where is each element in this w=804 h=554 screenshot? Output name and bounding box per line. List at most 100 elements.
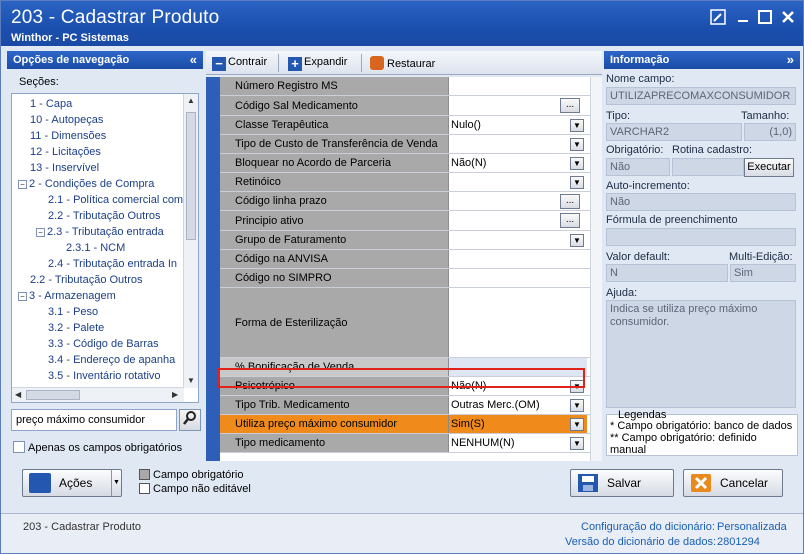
tree-item[interactable]: 10 - Autopeças <box>30 112 103 128</box>
grid-row-value[interactable]: ▼ <box>449 173 587 191</box>
grid-row-value[interactable]: Outras Merc.(OM) ▼ <box>449 396 587 414</box>
tree-item[interactable]: 3.4 - Endereço de apanha <box>48 352 175 368</box>
tree-item[interactable]: 3.2 - Palete <box>48 320 104 336</box>
search-icon <box>183 411 196 425</box>
dropdown-arrow-icon[interactable]: ▼ <box>570 234 584 247</box>
grid-row[interactable]: Código na ANVISA <box>220 250 590 269</box>
grid-row[interactable]: Código Sal Medicamento... <box>220 96 590 116</box>
grid-row-value[interactable]: ... <box>449 96 587 115</box>
grid-row[interactable]: % Bonificação de Venda <box>220 358 590 377</box>
grid-row[interactable]: Número Registro MS <box>220 77 590 96</box>
grid-row-value[interactable]: Nulo() ▼ <box>449 116 587 134</box>
tree-item[interactable]: 12 - Licitações <box>30 144 101 160</box>
maximize-icon[interactable] <box>756 9 774 27</box>
grid-row-value[interactable]: Não(N) ▼ <box>449 154 587 172</box>
tree-item[interactable]: 2.2 - Tributação Outros <box>48 208 161 224</box>
collapse-button[interactable]: − Contrair <box>212 56 267 71</box>
grid-row-value[interactable]: NENHUM(N) ▼ <box>449 434 587 452</box>
ellipsis-button[interactable]: ... <box>560 213 580 228</box>
restore-button[interactable]: Restaurar <box>370 56 435 70</box>
scroll-down-icon[interactable]: ▼ <box>187 376 195 385</box>
scroll-right-icon[interactable]: ▶ <box>172 390 178 399</box>
grid-row[interactable]: Tipo medicamento NENHUM(N) ▼ <box>220 434 590 453</box>
checkbox-box[interactable] <box>13 441 25 453</box>
dropdown-arrow-icon[interactable]: ▼ <box>570 157 584 170</box>
grid-row[interactable]: Bloquear no Acordo de Parceria Não(N) ▼ <box>220 154 590 173</box>
grid-row-value[interactable] <box>449 250 587 268</box>
grid-row-value[interactable]: ▼ <box>449 135 587 153</box>
tree-item[interactable]: −2.3 - Tributação entrada <box>36 224 164 240</box>
grid-row-value[interactable]: Sim(S) ▼ <box>449 415 587 433</box>
grid-row-value[interactable] <box>449 269 587 287</box>
grid-row-value[interactable]: ▼ <box>449 231 587 249</box>
edit-window-icon[interactable] <box>709 9 727 27</box>
tree-item-label: 12 - Licitações <box>30 146 101 158</box>
tree-horizontal-scrollbar[interactable]: ◀ ▶ <box>12 387 184 402</box>
collapse-toggle-icon[interactable]: − <box>18 180 27 189</box>
tree-item[interactable]: 2.1 - Política comercial comp <box>48 192 184 208</box>
search-input[interactable]: preço máximo consumidor <box>11 409 177 431</box>
tree-item[interactable]: 2.2 - Tributação Outros <box>30 272 143 288</box>
cancel-button[interactable]: Cancelar <box>683 469 783 497</box>
expand-button[interactable]: + Expandir <box>288 56 347 71</box>
scroll-thumb[interactable] <box>186 112 196 240</box>
dictionary-config-value: Personalizada <box>717 521 787 533</box>
grid-row[interactable]: Psicotrópico Não(N) ▼ <box>220 377 590 396</box>
tree-item[interactable]: 3.3 - Código de Barras <box>48 336 159 352</box>
dropdown-arrow-icon[interactable]: ▼ <box>570 176 584 189</box>
search-button[interactable] <box>179 409 201 431</box>
tree-item[interactable]: 11 - Dimensões <box>30 128 106 144</box>
only-required-checkbox[interactable]: Apenas os campos obrigatórios <box>13 441 182 454</box>
minimize-icon[interactable] <box>734 9 752 27</box>
dropdown-arrow-icon[interactable]: ▼ <box>570 119 584 132</box>
actions-button[interactable]: Ações ▼ <box>22 469 122 497</box>
save-button[interactable]: Salvar <box>570 469 674 497</box>
grid-row[interactable]: Utiliza preço máximo consumidor Sim(S) ▼ <box>220 415 590 434</box>
tree-item[interactable]: 2.4 - Tributação entrada In <box>48 256 177 272</box>
collapse-toggle-icon[interactable]: − <box>18 292 27 301</box>
ellipsis-button[interactable]: ... <box>560 194 580 209</box>
tree-item[interactable]: 13 - Inservível <box>30 160 99 176</box>
ellipsis-button[interactable]: ... <box>560 98 580 113</box>
execute-button[interactable]: Executar <box>744 158 794 177</box>
grid-row[interactable]: Código no SIMPRO <box>220 269 590 288</box>
grid-row-value[interactable]: Não(N) ▼ <box>449 377 587 395</box>
sections-tree[interactable]: 1 - Capa 10 - Autopeças 11 - Dimensões 12 -… <box>11 93 199 403</box>
tree-item[interactable]: 3.5 - Inventário rotativo <box>48 368 161 384</box>
grid-row[interactable]: Tipo Trib. Medicamento Outras Merc.(OM) ▼ <box>220 396 590 415</box>
grid-row[interactable]: Grupo de Faturamento ▼ <box>220 231 590 250</box>
collapse-toggle-icon[interactable]: − <box>36 228 45 237</box>
grid-row[interactable]: Principio ativo... <box>220 211 590 231</box>
grid-scrollbar[interactable] <box>590 77 602 461</box>
grid-row[interactable]: Código linha prazo... <box>220 192 590 211</box>
grid-row[interactable]: Classe Terapêutica Nulo() ▼ <box>220 116 590 135</box>
tree-item[interactable]: 1 - Capa <box>30 96 72 112</box>
tree-item[interactable]: −3 - Armazenagem <box>18 288 116 304</box>
dropdown-arrow-icon[interactable]: ▼ <box>570 437 584 450</box>
grid-row-value[interactable]: ... <box>449 211 587 230</box>
collapse-panel-icon[interactable]: « <box>190 52 197 67</box>
grid-row-value[interactable] <box>449 358 587 376</box>
tree-item[interactable]: 2.3.1 - NCM <box>66 240 125 256</box>
grid-row[interactable]: Forma de Esterilização <box>220 288 590 358</box>
dropdown-arrow-icon[interactable]: ▼ <box>570 418 584 431</box>
scroll-up-icon[interactable]: ▲ <box>187 96 195 105</box>
grid-row-label: Classe Terapêutica <box>220 116 449 134</box>
sections-label: Seções: <box>19 76 59 88</box>
grid-row[interactable]: Tipo de Custo de Transferência de Venda ▼ <box>220 135 590 154</box>
dropdown-arrow-icon[interactable]: ▼ <box>570 399 584 412</box>
grid-row-value[interactable] <box>449 77 587 95</box>
scroll-thumb-h[interactable] <box>26 390 80 400</box>
chevron-down-icon[interactable]: ▼ <box>111 470 121 496</box>
dropdown-arrow-icon[interactable]: ▼ <box>570 380 584 393</box>
tree-item[interactable]: −2 - Condições de Compra <box>18 176 154 192</box>
dropdown-arrow-icon[interactable]: ▼ <box>570 138 584 151</box>
tree-vertical-scrollbar[interactable]: ▲ ▼ <box>183 94 198 388</box>
grid-row-value[interactable] <box>449 288 587 357</box>
tree-item[interactable]: 3.1 - Peso <box>48 304 98 320</box>
expand-panel-icon[interactable]: » <box>787 52 794 67</box>
grid-row[interactable]: Retinóico ▼ <box>220 173 590 192</box>
close-icon[interactable] <box>779 9 797 27</box>
scroll-left-icon[interactable]: ◀ <box>15 390 21 399</box>
grid-row-value[interactable]: ... <box>449 192 587 210</box>
